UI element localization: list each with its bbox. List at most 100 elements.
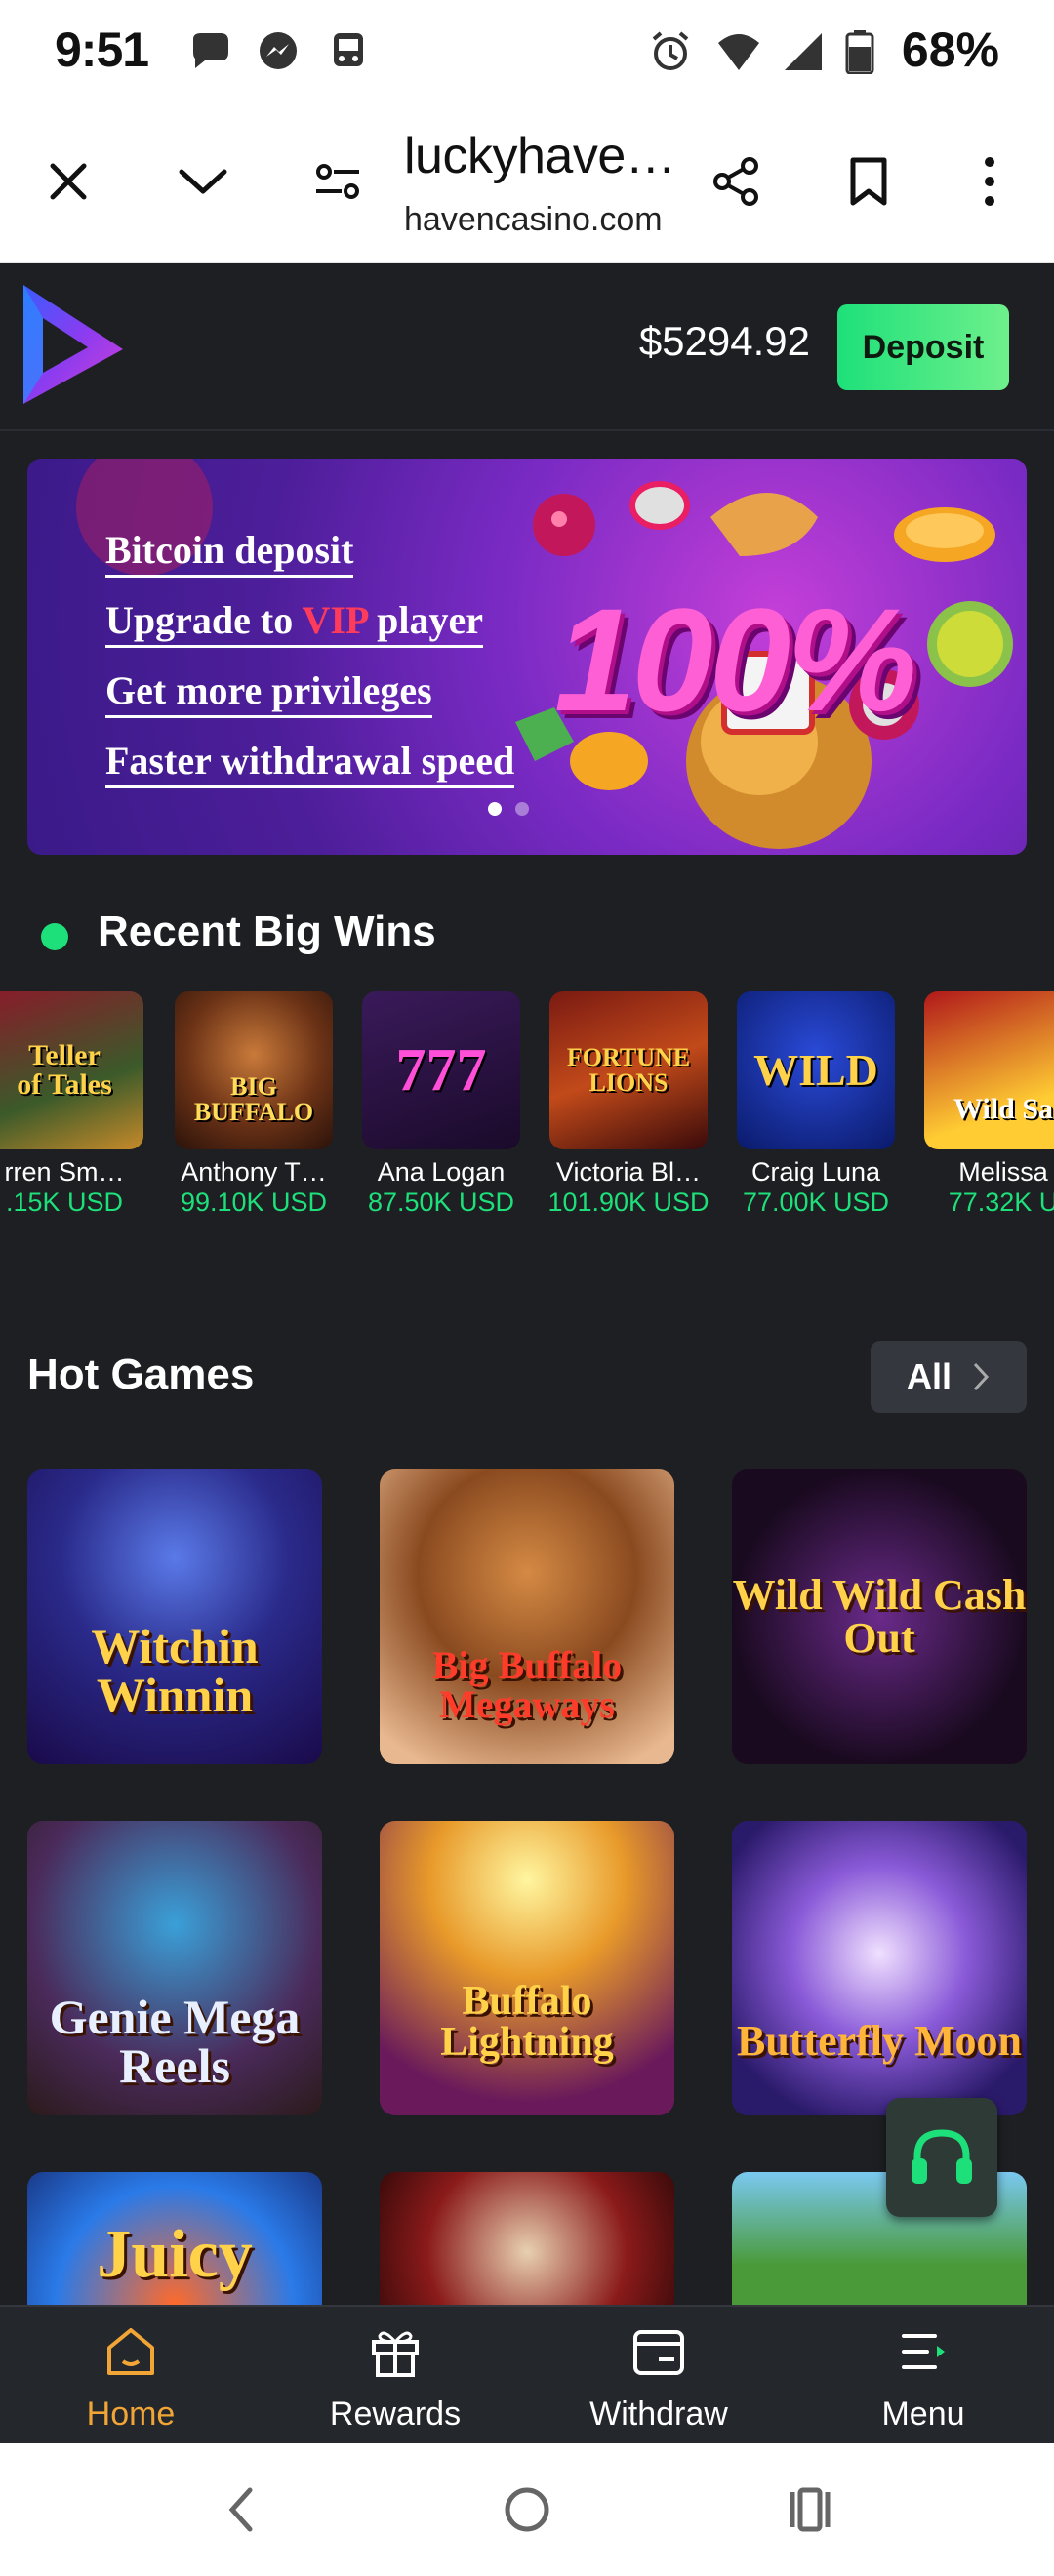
share-icon [713, 157, 758, 206]
chevron-right-icon [973, 1362, 990, 1391]
messenger-icon [260, 32, 297, 69]
win-card[interactable]: WILD Craig Luna 77.00K USD [722, 991, 910, 1218]
win-amount: 77.00K USD [742, 1187, 890, 1217]
bottom-navigation: Home Rewards Withdraw Menu [0, 2305, 1054, 2443]
site-settings-button[interactable] [299, 142, 377, 221]
wallet-icon [633, 2330, 684, 2375]
nav-rewards-label: Rewards [329, 2395, 462, 2433]
game-title: Wild Wild Cash Out [732, 1571, 1027, 1662]
banner-line-2: Upgrade to VIP player [105, 597, 484, 648]
winner-name: Melissa [958, 1157, 1048, 1187]
tune-icon [316, 164, 359, 199]
chat-icon [193, 33, 228, 68]
win-amount: 99.10K USD [180, 1187, 328, 1217]
winner-name: Ana Logan [377, 1157, 506, 1187]
nav-home[interactable]: Home [33, 2324, 228, 2434]
win-card[interactable]: Wild Sa Melissa 77.32K U [910, 991, 1054, 1218]
nav-home-label: Home [86, 2395, 176, 2433]
wifi-icon [718, 34, 759, 70]
winner-name: Victoria Bl… [555, 1157, 702, 1187]
deposit-button[interactable]: Deposit [837, 304, 1009, 390]
win-card[interactable]: Teller of Tales rren Sm… .15K USD [0, 991, 158, 1218]
recent-wins-list[interactable]: Teller of Tales rren Sm… .15K USD BIG BUFF… [0, 991, 1054, 1226]
back-icon[interactable] [213, 2480, 271, 2539]
win-amount: 101.90K USD [547, 1187, 709, 1217]
game-thumbnail[interactable]: FORTUNE LIONS [549, 991, 708, 1149]
share-button[interactable] [697, 142, 775, 221]
game-tile[interactable]: Wild Wild Cash Out [732, 1469, 1027, 1764]
game-thumbnail[interactable]: Wild Sa [924, 991, 1054, 1149]
battery-icon [845, 30, 874, 74]
win-amount: .15K USD [5, 1187, 124, 1217]
page-url[interactable]: havencasino.com [404, 201, 663, 239]
hot-games-title: Hot Games [27, 1350, 255, 1398]
site-logo-icon[interactable] [20, 281, 127, 408]
carousel-dot-active[interactable] [488, 802, 502, 816]
home-icon [107, 2328, 154, 2375]
game-tile[interactable] [380, 2172, 674, 2305]
headset-icon [912, 2129, 972, 2184]
menu-icon [902, 2334, 945, 2369]
recent-apps-icon[interactable] [781, 2480, 839, 2539]
win-amount: 87.50K USD [367, 1187, 515, 1217]
game-thumbnail[interactable]: WILD [737, 991, 895, 1149]
nav-rewards[interactable]: Rewards [298, 2324, 493, 2434]
game-thumbnail[interactable]: BIG BUFFALO [175, 991, 333, 1149]
collapse-button[interactable] [164, 142, 242, 221]
account-balance: $5294.92 [638, 318, 810, 364]
bookmark-icon [850, 157, 887, 206]
game-tile[interactable]: Buffalo Lightning [380, 1821, 674, 2115]
win-card[interactable]: FORTUNE LIONS Victoria Bl… 101.90K USD [535, 991, 722, 1218]
status-time: 9:51 [55, 22, 149, 77]
game-tile[interactable]: Juicy [27, 2172, 322, 2305]
game-title: Witchin Winnin [91, 1619, 259, 1722]
status-bar: 9:51 68% [0, 0, 1054, 107]
support-chat-button[interactable] [886, 2098, 997, 2217]
system-navigation-bar [0, 2443, 1054, 2576]
winner-name: Craig Luna [750, 1157, 881, 1187]
bookmark-button[interactable] [830, 142, 908, 221]
close-icon [50, 163, 87, 200]
close-tab-button[interactable] [29, 142, 107, 221]
game-title: Big Buffalo Megaways [431, 1643, 623, 1726]
winner-name: rren Sm… [4, 1157, 125, 1187]
game-tile[interactable]: Genie Mega Reels [27, 1821, 322, 2115]
game-title: Genie Mega Reels [49, 1990, 301, 2093]
banner-line-3: Get more privileges [105, 667, 432, 718]
signal-icon [785, 33, 822, 70]
chevron-down-icon [179, 169, 227, 194]
win-amount: 77.32K U [948, 1187, 1054, 1217]
game-title: Juicy [97, 2217, 253, 2292]
game-tile[interactable]: Butterfly Moon [732, 1821, 1027, 2115]
gift-icon [372, 2331, 419, 2377]
banner-line-1: Bitcoin deposit [105, 527, 354, 578]
game-title: Butterfly Moon [736, 2017, 1023, 2065]
transit-icon [334, 33, 363, 66]
promo-banner[interactable]: Bitcoin deposit Upgrade to VIP player Ge… [27, 459, 1027, 855]
game-tile[interactable]: Big Buffalo Megaways [380, 1469, 674, 1764]
view-all-label: All [906, 1356, 952, 1396]
more-options-button[interactable] [951, 142, 1029, 221]
view-all-button[interactable]: All [871, 1341, 1027, 1413]
nav-menu[interactable]: Menu [826, 2324, 1021, 2434]
nav-withdraw[interactable]: Withdraw [561, 2324, 756, 2434]
battery-percent: 68% [901, 22, 999, 77]
game-tile[interactable]: Witchin Winnin [27, 1469, 322, 1764]
page-title[interactable]: luckyhave… [404, 127, 676, 185]
win-card[interactable]: BIG BUFFALO Anthony T… 99.10K USD [160, 991, 347, 1218]
site-header: $5294.92 Deposit [0, 263, 1054, 431]
more-vert-icon [985, 157, 994, 206]
carousel-dot[interactable] [515, 802, 529, 816]
recent-wins-title: Recent Big Wins [98, 907, 436, 955]
banner-line-4: Faster withdrawal speed [105, 738, 515, 788]
alarm-icon [652, 31, 689, 70]
live-indicator [41, 923, 68, 950]
game-thumbnail[interactable]: Teller of Tales [0, 991, 143, 1149]
game-title: Buffalo Lightning [440, 1979, 614, 2065]
nav-menu-label: Menu [881, 2395, 965, 2433]
game-thumbnail[interactable]: 777 [362, 991, 520, 1149]
nav-withdraw-label: Withdraw [589, 2395, 728, 2433]
home-circle-icon[interactable] [498, 2480, 556, 2539]
winner-name: Anthony T… [181, 1157, 327, 1187]
win-card[interactable]: 777 Ana Logan 87.50K USD [347, 991, 535, 1218]
